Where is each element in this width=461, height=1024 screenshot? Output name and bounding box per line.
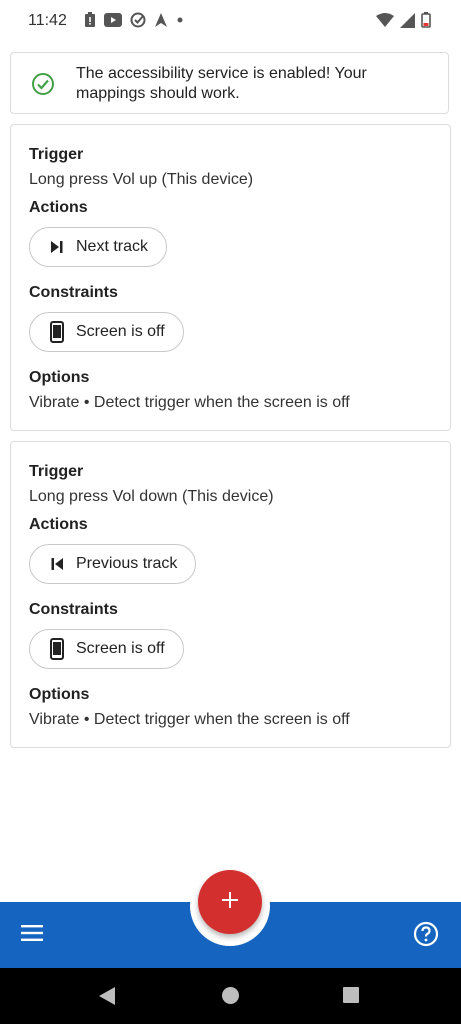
actions-label: Actions <box>29 516 88 533</box>
youtube-icon <box>104 13 122 27</box>
skip-previous-icon <box>50 558 64 570</box>
dot-icon <box>176 16 184 24</box>
action-chip-label: Next track <box>76 238 149 255</box>
menu-icon[interactable] <box>20 924 44 947</box>
action-chip[interactable]: Next track <box>29 227 168 267</box>
wifi-icon <box>376 13 394 27</box>
phone-icon <box>50 321 64 343</box>
options-value: Vibrate • Detect trigger when the screen… <box>29 394 350 411</box>
banner-text: The accessibility service is enabled! Yo… <box>76 65 367 102</box>
accessibility-status-banner: The accessibility service is enabled! Yo… <box>10 52 449 114</box>
actions-label: Actions <box>29 199 88 216</box>
trigger-value: Long press Vol up (This device) <box>29 171 254 188</box>
trigger-value: Long press Vol down (This device) <box>29 488 274 505</box>
system-navigation-bar <box>0 968 461 1024</box>
signal-icon <box>400 12 415 28</box>
options-value: Vibrate • Detect trigger when the screen… <box>29 711 350 728</box>
action-chip-label: Previous track <box>76 555 178 572</box>
skip-next-icon <box>50 241 64 253</box>
constraint-chip-label: Screen is off <box>76 323 165 340</box>
status-notification-icons <box>84 12 184 28</box>
mapping-card[interactable]: Trigger Long press Vol down (This device… <box>10 441 451 748</box>
trigger-label: Trigger <box>29 146 84 163</box>
status-time: 11:42 <box>28 12 67 29</box>
mapping-card[interactable]: Trigger Long press Vol up (This device) … <box>10 124 451 431</box>
status-system-icons <box>376 12 431 28</box>
trigger-label: Trigger <box>29 463 84 480</box>
check-circle-icon <box>31 72 55 101</box>
phone-icon <box>50 638 64 660</box>
constraint-chip[interactable]: Screen is off <box>29 312 184 352</box>
options-label: Options <box>29 686 90 703</box>
options-label: Options <box>29 369 90 386</box>
check-icon <box>130 12 146 28</box>
back-icon[interactable] <box>98 986 116 1011</box>
action-chip[interactable]: Previous track <box>29 544 197 584</box>
add-mapping-button[interactable] <box>198 870 262 934</box>
constraints-label: Constraints <box>29 284 118 301</box>
navigation-icon <box>154 12 168 28</box>
plus-icon <box>220 890 240 915</box>
help-icon[interactable] <box>413 921 439 952</box>
alert-icon <box>84 12 96 28</box>
constraint-chip[interactable]: Screen is off <box>29 629 184 669</box>
constraint-chip-label: Screen is off <box>76 640 165 657</box>
battery-low-icon <box>421 12 431 28</box>
constraints-label: Constraints <box>29 601 118 618</box>
recents-icon[interactable] <box>343 987 359 1003</box>
home-icon[interactable] <box>222 987 239 1004</box>
status-bar: 11:42 <box>0 0 461 42</box>
